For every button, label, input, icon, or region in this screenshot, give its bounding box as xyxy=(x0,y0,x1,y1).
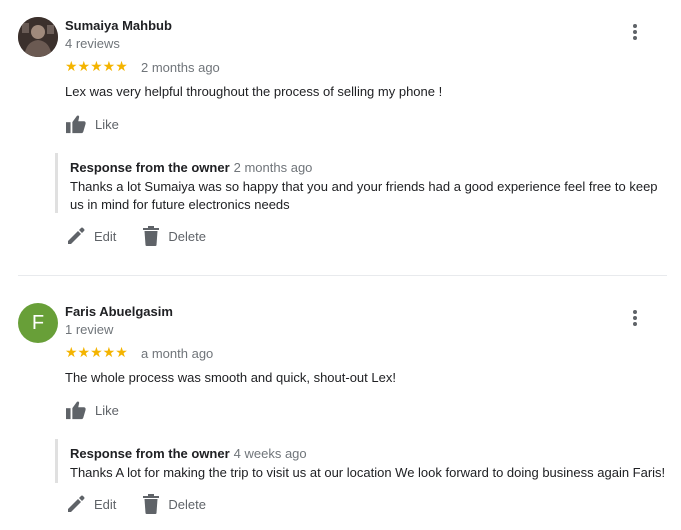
delete-label: Delete xyxy=(168,228,206,244)
response-date: 2 months ago xyxy=(233,160,313,175)
response-actions: Edit Delete xyxy=(66,225,232,247)
edit-button[interactable]: Edit xyxy=(66,226,116,246)
more-vert-icon xyxy=(633,24,637,28)
response-title: Response from the owner xyxy=(70,446,230,461)
review-text: The whole process was smooth and quick, … xyxy=(65,370,396,385)
like-label: Like xyxy=(95,116,119,132)
review-text: Lex was very helpful throughout the proc… xyxy=(65,84,443,99)
star-rating: ★★★★★ xyxy=(65,58,128,74)
pencil-icon xyxy=(68,227,85,244)
reviewer-name[interactable]: Sumaiya Mahbub xyxy=(65,18,172,33)
delete-label: Delete xyxy=(168,496,206,512)
delete-button[interactable]: Delete xyxy=(142,226,206,246)
edit-label: Edit xyxy=(94,496,117,512)
more-options-button[interactable] xyxy=(626,22,644,42)
pencil-icon xyxy=(68,495,85,512)
review-date: 2 months ago xyxy=(141,60,220,75)
trash-icon xyxy=(143,226,160,246)
like-label: Like xyxy=(95,402,119,418)
edit-label: Edit xyxy=(94,228,117,244)
avatar[interactable] xyxy=(18,17,58,57)
star-rating: ★★★★★ xyxy=(65,344,128,360)
thumb-up-icon xyxy=(66,115,86,134)
response-text: Thanks a lot Sumaiya was so happy that y… xyxy=(70,179,658,212)
more-options-button[interactable] xyxy=(626,308,644,328)
review-count[interactable]: 1 review xyxy=(65,322,113,337)
delete-button[interactable]: Delete xyxy=(142,494,206,514)
reviewer-name[interactable]: Faris Abuelgasim xyxy=(65,304,173,319)
like-button[interactable]: Like xyxy=(65,113,119,135)
owner-response: Response from the owner 4 weeks ago Thank… xyxy=(55,439,667,483)
avatar-photo-icon xyxy=(18,17,58,57)
review-card: Sumaiya Mahbub 4 reviews ★★★★★ 2 months … xyxy=(0,0,681,276)
response-title: Response from the owner xyxy=(70,160,230,175)
response-actions: Edit Delete xyxy=(66,493,232,515)
review-count[interactable]: 4 reviews xyxy=(65,36,120,51)
more-vert-icon xyxy=(633,310,637,314)
avatar[interactable]: F xyxy=(18,303,58,343)
trash-icon xyxy=(143,494,160,514)
owner-response: Response from the owner 2 months ago Than… xyxy=(55,153,667,213)
review-date: a month ago xyxy=(141,346,214,361)
review-card: F Faris Abuelgasim 1 review ★★★★★ a mont… xyxy=(0,286,681,530)
thumb-up-icon xyxy=(66,401,86,420)
like-button[interactable]: Like xyxy=(65,399,119,421)
edit-button[interactable]: Edit xyxy=(66,494,116,514)
response-date: 4 weeks ago xyxy=(233,446,307,461)
review-divider xyxy=(18,275,667,276)
response-text: Thanks A lot for making the trip to visi… xyxy=(70,465,666,480)
